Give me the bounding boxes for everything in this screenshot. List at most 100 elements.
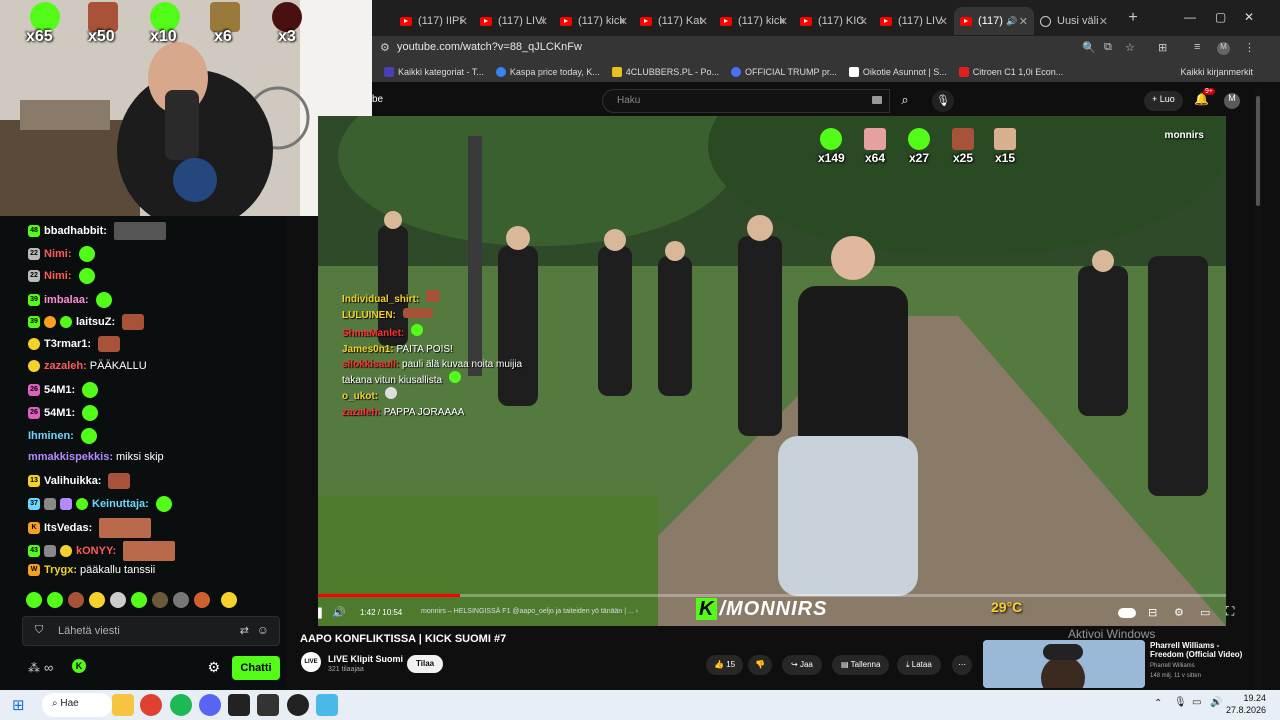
- obs-icon[interactable]: [287, 694, 309, 716]
- cast-icon[interactable]: ⧉: [1104, 41, 1112, 54]
- subscribe-button[interactable]: Tilaa: [407, 655, 444, 673]
- close-icon[interactable]: ✕: [939, 15, 948, 28]
- chat-username[interactable]: zazaleh:: [44, 360, 87, 372]
- bookmark-item[interactable]: Oikotie Asunnot | S...: [848, 67, 947, 77]
- profile-avatar[interactable]: M: [1217, 42, 1230, 55]
- like-button[interactable]: 👍 15: [706, 655, 744, 675]
- users-icon[interactable]: ⁂: [28, 661, 40, 675]
- volume-tray-icon[interactable]: 🔊: [1210, 697, 1222, 708]
- close-icon[interactable]: ✕: [779, 15, 788, 28]
- browser-tab[interactable]: (117) KIC ✕: [794, 7, 874, 35]
- x-app-icon[interactable]: [228, 694, 250, 716]
- more-actions-button[interactable]: ⋯: [952, 655, 972, 675]
- chat-username[interactable]: mmakkispekkis:: [28, 451, 113, 463]
- maximize-icon[interactable]: ▢: [1215, 10, 1226, 24]
- emote-button[interactable]: [131, 592, 147, 608]
- dislike-button[interactable]: 👎: [748, 655, 772, 675]
- all-bookmarks-button[interactable]: Kaikki kirjanmerkit: [1180, 67, 1253, 77]
- new-tab-button[interactable]: +: [1120, 9, 1146, 27]
- search-input[interactable]: Haku: [602, 89, 890, 113]
- close-icon[interactable]: ✕: [859, 15, 868, 28]
- emote-button[interactable]: [152, 592, 168, 608]
- chat-username[interactable]: laitsuZ:: [76, 316, 115, 328]
- file-explorer-icon[interactable]: [112, 694, 134, 716]
- pause-icon[interactable]: ❚❚: [318, 606, 324, 619]
- emote-picker-button[interactable]: [221, 592, 237, 608]
- emote-button[interactable]: [47, 592, 63, 608]
- shield-icon[interactable]: ⛉: [35, 624, 43, 637]
- create-button[interactable]: + Luo: [1144, 91, 1183, 111]
- autoplay-toggle[interactable]: [1118, 608, 1136, 618]
- voice-search-button[interactable]: 🎙: [932, 90, 954, 112]
- notepad-icon[interactable]: [316, 694, 338, 716]
- browser-tab[interactable]: (117) kick ✕: [714, 7, 794, 35]
- emote-button[interactable]: [89, 592, 105, 608]
- channel-avatar[interactable]: LIVE: [301, 652, 321, 672]
- more-menu-icon[interactable]: ⋮: [1244, 41, 1255, 54]
- close-icon[interactable]: ✕: [699, 15, 708, 28]
- emote-button[interactable]: [26, 592, 42, 608]
- subtitles-icon[interactable]: ⊟: [1148, 606, 1157, 619]
- chat-username[interactable]: Nimi:: [44, 270, 72, 282]
- bookmark-star-icon[interactable]: ☆: [1125, 41, 1135, 54]
- extensions-icon[interactable]: ⊞: [1158, 41, 1167, 54]
- close-icon[interactable]: ✕: [459, 15, 468, 28]
- reading-list-icon[interactable]: ≡: [1194, 41, 1200, 53]
- video-player[interactable]: x149 x64 x27 x25 x15 monnirs Individual_…: [318, 116, 1226, 626]
- chat-username[interactable]: kONYY:: [76, 545, 116, 557]
- download-button[interactable]: ⤓ Lataa: [897, 655, 941, 675]
- keyboard-icon[interactable]: [872, 96, 882, 104]
- chat-username[interactable]: imbalaa:: [44, 294, 89, 306]
- emoji-icon[interactable]: ☺: [257, 623, 269, 637]
- taskbar-search[interactable]: ⌕ Hae: [42, 693, 112, 717]
- windows-start-icon[interactable]: ⊞: [12, 696, 25, 714]
- scrollbar-thumb[interactable]: [1256, 96, 1260, 206]
- emote-button[interactable]: [173, 592, 189, 608]
- chat-username[interactable]: Nimi:: [44, 248, 72, 260]
- chat-username[interactable]: Ihminen:: [28, 430, 74, 442]
- url-field[interactable]: youtube.com/watch?v=88_qJLCKnFw: [397, 41, 582, 53]
- save-button[interactable]: ▤ Tallenna: [832, 655, 890, 675]
- bookmark-item[interactable]: Kaspa price today, K...: [495, 67, 600, 77]
- close-icon[interactable]: ✕: [619, 15, 628, 28]
- bookmark-item[interactable]: Kaikki kategoriat - T...: [384, 67, 484, 77]
- tray-chevron-icon[interactable]: ⌃: [1154, 698, 1162, 709]
- close-icon[interactable]: ✕: [539, 15, 548, 28]
- bookmark-item[interactable]: 4CLUBBERS.PL - Po...: [611, 67, 719, 77]
- infinity-icon[interactable]: ∞: [44, 660, 53, 675]
- chat-username[interactable]: 54M1:: [44, 384, 75, 396]
- site-info-icon[interactable]: ⚙: [380, 41, 390, 54]
- kick-icon[interactable]: K: [72, 659, 86, 673]
- browser-tab[interactable]: (117) LIVI ✕: [474, 7, 554, 35]
- channel-name[interactable]: LIVE Klipit Suomi: [328, 654, 403, 664]
- bookmark-item[interactable]: Citroen C1 1,0i Econ...: [958, 67, 1063, 77]
- chrome-icon[interactable]: [140, 694, 162, 716]
- send-chat-button[interactable]: Chatti: [232, 656, 280, 680]
- emote-button[interactable]: [194, 592, 210, 608]
- emote-button[interactable]: [110, 592, 126, 608]
- speaker-icon[interactable]: 🔊: [1006, 16, 1017, 27]
- emote-button[interactable]: [68, 592, 84, 608]
- theater-icon[interactable]: ▭: [1200, 606, 1210, 619]
- chat-username[interactable]: Keinuttaja:: [92, 498, 149, 510]
- close-icon[interactable]: ✕: [1099, 15, 1108, 28]
- chat-username[interactable]: Trygx:: [44, 564, 77, 576]
- chat-username[interactable]: Valihuikka:: [44, 475, 101, 487]
- chat-input[interactable]: ⛉ Lähetä viesti ⇄ ☺: [22, 616, 280, 646]
- recommended-channel[interactable]: Pharrell Williams: [1150, 663, 1195, 669]
- browser-tab[interactable]: Uusi väli ✕: [1034, 7, 1114, 35]
- system-clock[interactable]: 19.24 27.8.2026: [1226, 693, 1266, 716]
- share-button[interactable]: ↪ Jaa: [782, 655, 822, 675]
- progress-bar[interactable]: [318, 594, 1226, 597]
- window-close-icon[interactable]: ✕: [1244, 10, 1254, 24]
- minimize-icon[interactable]: —: [1184, 10, 1196, 24]
- chat-username[interactable]: ItsVedas:: [44, 522, 92, 534]
- zoom-icon[interactable]: 🔍: [1082, 41, 1096, 54]
- spotify-icon[interactable]: [170, 694, 192, 716]
- browser-tab[interactable]: (117) Kat ✕: [634, 7, 714, 35]
- browser-tab[interactable]: (117) IIPF ✕: [394, 7, 474, 35]
- chat-username[interactable]: 54M1:: [44, 407, 75, 419]
- youtube-logo[interactable]: be: [372, 94, 383, 105]
- mic-tray-icon[interactable]: 🎙: [1174, 697, 1187, 708]
- chat-username[interactable]: T3rmar1:: [44, 338, 91, 350]
